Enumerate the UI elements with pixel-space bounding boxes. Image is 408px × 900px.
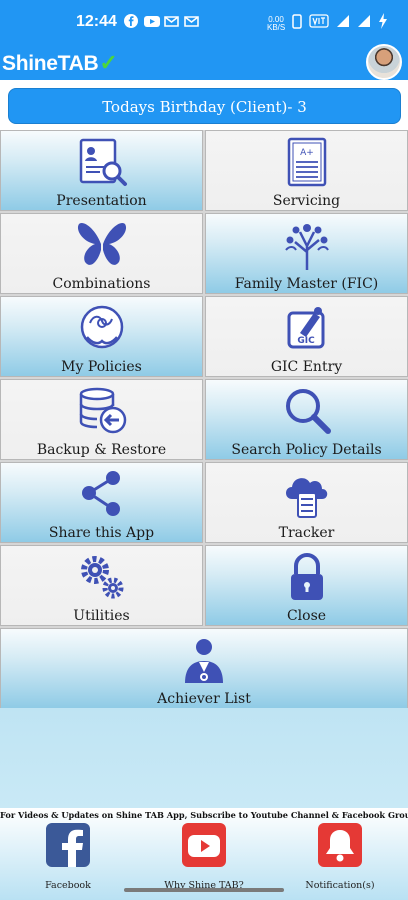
footer: For Videos & Updates on Shine TAB App, S… bbox=[0, 808, 408, 900]
menu-label-my-policies: My Policies bbox=[61, 359, 142, 375]
youtube-notification-icon bbox=[144, 14, 160, 28]
family-tree-icon bbox=[284, 224, 329, 270]
footer-note: For Videos & Updates on Shine TAB App, S… bbox=[0, 810, 408, 820]
menu-label-backup-restore: Backup & Restore bbox=[36, 442, 167, 458]
menu-tile-search-policy[interactable]: Search Policy Details bbox=[205, 379, 408, 460]
facebook-label: Facebook bbox=[45, 880, 91, 891]
user-avatar[interactable] bbox=[366, 44, 402, 80]
gmail-notification-icon bbox=[164, 14, 179, 28]
menu-grid: Presentation A+ Servicing Combinations F… bbox=[0, 130, 408, 709]
volte-icon bbox=[309, 14, 329, 33]
signal-icon-2 bbox=[357, 14, 371, 33]
gmail-notification-icon-2 bbox=[184, 14, 199, 28]
bell-icon bbox=[318, 823, 362, 867]
menu-tile-my-policies[interactable]: My Policies bbox=[0, 296, 203, 377]
net-speed-unit: KB/S bbox=[267, 22, 286, 32]
status-time: 12:44 bbox=[76, 13, 117, 30]
gic-icon: GIC bbox=[287, 307, 324, 349]
battery-charging-icon bbox=[378, 13, 388, 34]
lock-icon bbox=[290, 553, 323, 600]
youtube-icon bbox=[182, 823, 226, 867]
menu-tile-presentation[interactable]: Presentation bbox=[0, 130, 203, 211]
menu-label-family-master: Family Master (FIC) bbox=[234, 276, 379, 292]
notification-icons bbox=[124, 14, 199, 28]
butterfly-icon bbox=[77, 222, 126, 265]
menu-label-tracker: Tracker bbox=[278, 525, 335, 541]
banner-area: Todays Birthday (Client)- 3 bbox=[0, 80, 408, 130]
svg-text:GIC: GIC bbox=[297, 336, 315, 346]
menu-tile-utilities[interactable]: Utilities bbox=[0, 545, 203, 626]
facebook-button[interactable]: Facebook bbox=[23, 823, 113, 891]
check-icon: ✓ bbox=[99, 50, 118, 75]
facebook-notification-icon bbox=[124, 14, 138, 28]
status-bar: 12:44 0.00 KB/S bbox=[0, 0, 408, 44]
menu-label-close: Close bbox=[286, 608, 327, 624]
why-shine-tab-button[interactable]: Why Shine TAB? bbox=[159, 823, 249, 891]
globe-hands-icon bbox=[80, 305, 123, 349]
phone-icon bbox=[292, 13, 302, 34]
menu-label-presentation: Presentation bbox=[56, 193, 147, 209]
menu-tile-gic-entry[interactable]: GIC GIC Entry bbox=[205, 296, 408, 377]
achiever-icon bbox=[185, 639, 223, 683]
database-restore-icon bbox=[79, 387, 126, 434]
menu-tile-close[interactable]: Close bbox=[205, 545, 408, 626]
svg-text:A+: A+ bbox=[300, 148, 314, 158]
gears-icon bbox=[80, 556, 123, 599]
signal-icon bbox=[336, 14, 350, 33]
menu-tile-family-master[interactable]: Family Master (FIC) bbox=[205, 213, 408, 294]
notifications-button[interactable]: Notification(s) bbox=[295, 823, 385, 891]
net-speed: 0.00 KB/S bbox=[267, 15, 286, 32]
menu-tile-combinations[interactable]: Combinations bbox=[0, 213, 203, 294]
servicing-icon: A+ bbox=[287, 137, 326, 187]
empty-area bbox=[0, 708, 408, 808]
menu-label-combinations: Combinations bbox=[52, 276, 151, 292]
menu-tile-backup-restore[interactable]: Backup & Restore bbox=[0, 379, 203, 460]
menu-label-gic-entry: GIC Entry bbox=[270, 359, 343, 375]
app-logo: ShineTAB✓ bbox=[2, 50, 118, 76]
notifications-label: Notification(s) bbox=[305, 880, 375, 891]
app-name: ShineTAB bbox=[2, 52, 99, 75]
menu-label-search-policy: Search Policy Details bbox=[231, 442, 382, 458]
facebook-icon bbox=[46, 823, 90, 867]
menu-label-achiever-list: Achiever List bbox=[157, 691, 251, 707]
birthday-banner-button[interactable]: Todays Birthday (Client)- 3 bbox=[8, 88, 401, 124]
menu-tile-servicing[interactable]: A+ Servicing bbox=[205, 130, 408, 211]
menu-label-utilities: Utilities bbox=[73, 608, 130, 624]
menu-tile-achiever-list[interactable]: Achiever List bbox=[0, 628, 408, 709]
menu-tile-share-app[interactable]: Share this App bbox=[0, 462, 203, 543]
presentation-icon bbox=[79, 138, 127, 186]
menu-label-share-app: Share this App bbox=[48, 525, 155, 541]
search-icon bbox=[285, 389, 331, 434]
menu-tile-tracker[interactable]: Tracker bbox=[205, 462, 408, 543]
cloud-server-icon bbox=[285, 478, 327, 518]
menu-label-servicing: Servicing bbox=[272, 193, 341, 209]
app-header: ShineTAB✓ bbox=[0, 44, 408, 80]
share-icon bbox=[81, 471, 120, 516]
system-icons: 0.00 KB/S bbox=[267, 13, 388, 34]
gesture-nav-bar[interactable] bbox=[124, 888, 284, 892]
